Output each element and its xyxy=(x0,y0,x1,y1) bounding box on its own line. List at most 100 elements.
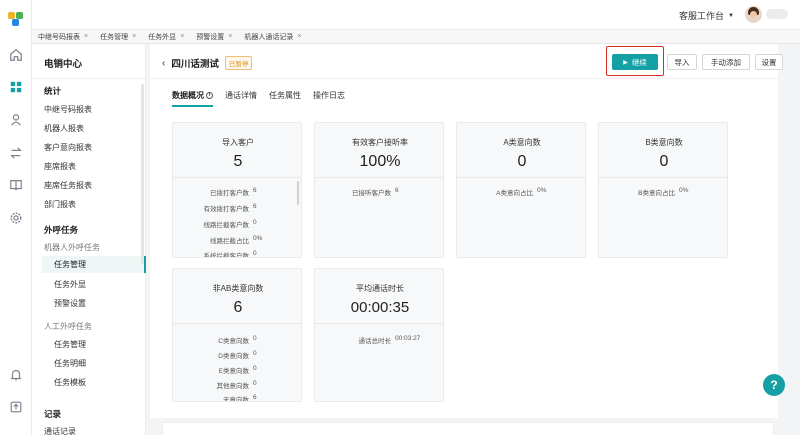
stat-key: A类意向占比 xyxy=(496,190,533,197)
sidebar-item-seat-report[interactable]: 座席报表 xyxy=(44,161,76,172)
back-chevron-icon[interactable]: ‹ xyxy=(162,58,165,69)
stat-row: 线路拦截占比 0% xyxy=(173,235,291,245)
close-icon[interactable]: × xyxy=(180,33,184,40)
card-scrollbar[interactable] xyxy=(297,181,299,205)
tab-alert-settings[interactable]: 预警设置 × xyxy=(190,32,238,42)
group-robot-outbound: 机器人外呼任务 xyxy=(44,243,100,252)
stat-key: C类意向数 xyxy=(218,338,249,345)
import-button[interactable]: 导入 xyxy=(667,54,697,70)
tab-data-overview[interactable]: 数据概况 i xyxy=(172,90,213,107)
sidebar-item-task-manage-active[interactable]: 任务管理 xyxy=(42,256,146,273)
tab-label: 机器人通话记录 xyxy=(244,33,294,41)
stat-value: 0 xyxy=(253,380,257,387)
stat-value: 0% xyxy=(679,187,689,194)
divider xyxy=(32,78,146,79)
manual-add-button[interactable]: 手动添加 xyxy=(702,54,750,70)
card-title: A类意向数 xyxy=(503,138,541,147)
group-manual-outbound: 人工外呼任务 xyxy=(44,322,92,331)
sidebar-item-dept-report[interactable]: 部门报表 xyxy=(44,199,76,210)
sidebar-item-intent-report[interactable]: 客户意向报表 xyxy=(44,142,92,153)
card-title: B类意向数 xyxy=(645,138,683,147)
tab-operation-log[interactable]: 操作日志 xyxy=(313,90,345,107)
stat-row: 系统拦截客户数 0 xyxy=(173,250,291,257)
tab-label: 数据概况 xyxy=(172,91,204,100)
continue-button[interactable]: ▶ 继续 xyxy=(612,54,658,70)
stat-row: 线路拦截客户数 0 xyxy=(173,219,291,229)
stat-row: E类意向数 0 xyxy=(173,365,291,375)
settings-gear-icon[interactable] xyxy=(9,211,23,225)
close-icon[interactable]: × xyxy=(228,33,232,40)
sidebar-item-robot-report[interactable]: 机器人报表 xyxy=(44,123,84,134)
workspace-label: 客服工作台 xyxy=(679,11,725,21)
play-icon: ▶ xyxy=(623,59,628,66)
divider xyxy=(599,177,727,178)
home-icon[interactable] xyxy=(9,48,23,62)
stat-key: 线路拦截占比 xyxy=(210,238,249,245)
main-panel: ‹ 四川话测试 已暂停 ▶ 继续 导入 手动添加 设置 数据概况 i 通话详情 任… xyxy=(150,44,783,435)
stat-key: B类意向占比 xyxy=(638,190,675,197)
card-value: 100% xyxy=(359,153,401,170)
stat-row: 通话总时长 00:03:27 xyxy=(315,335,433,345)
book-icon[interactable] xyxy=(9,178,23,192)
card-title: 有效客户接听率 xyxy=(352,138,408,147)
stat-value: 6 xyxy=(253,203,257,210)
avatar[interactable] xyxy=(745,6,762,23)
dashboard-icon[interactable] xyxy=(9,80,23,94)
close-icon[interactable]: × xyxy=(84,33,88,40)
users-icon[interactable] xyxy=(9,113,23,127)
stat-value: 0 xyxy=(253,250,257,257)
tab-label: 任务外显 xyxy=(148,33,177,41)
active-indicator xyxy=(144,256,146,273)
section-records: 记录 xyxy=(44,409,62,419)
sidebar-item-alert-settings[interactable]: 预警设置 xyxy=(54,298,86,309)
card-avg-call-duration: 平均通话时长 00:00:35 通话总时长 00:03:27 xyxy=(314,268,444,402)
sidebar-item-trunk-report[interactable]: 中继号码报表 xyxy=(44,104,92,115)
icon-rail xyxy=(0,0,32,435)
upload-icon[interactable] xyxy=(9,400,23,414)
stat-key: 其他意向数 xyxy=(216,383,250,390)
sidebar-item-manual-task-manage[interactable]: 任务管理 xyxy=(54,339,86,350)
divider xyxy=(315,177,443,178)
top-bar: 客服工作台 ▼ xyxy=(32,0,800,30)
divider xyxy=(457,177,585,178)
stat-value: 6 xyxy=(253,187,257,194)
section-outbound: 外呼任务 xyxy=(44,225,79,235)
divider xyxy=(173,177,301,178)
stat-row: 其他意向数 0 xyxy=(173,380,291,390)
card-value: 5 xyxy=(233,153,243,170)
help-label: ? xyxy=(770,378,778,392)
help-button[interactable]: ? xyxy=(763,374,785,396)
tab-task-display[interactable]: 任务外显 × xyxy=(142,32,190,42)
section-stats: 统计 xyxy=(44,86,62,96)
bottom-panel-edge xyxy=(150,418,778,435)
sidebar-item-task-detail[interactable]: 任务明细 xyxy=(54,358,86,369)
sidebar-item-task-display[interactable]: 任务外显 xyxy=(54,279,86,290)
card-answer-rate: 有效客户接听率 100% 已接听客户数 6 xyxy=(314,122,444,258)
tab-task-properties[interactable]: 任务属性 xyxy=(269,90,301,107)
workspace-switcher[interactable]: 客服工作台 ▼ xyxy=(679,9,734,22)
bell-icon[interactable] xyxy=(9,368,23,382)
stat-row: A类意向占比 0% xyxy=(457,187,575,197)
stat-value: 0 xyxy=(253,219,257,226)
sidebar-item-call-records[interactable]: 通话记录 xyxy=(44,426,76,435)
transfer-icon[interactable] xyxy=(9,146,23,160)
tab-call-details[interactable]: 通话详情 xyxy=(225,90,257,107)
sidebar-scrollbar[interactable] xyxy=(141,84,144,264)
divider xyxy=(173,323,301,324)
close-icon[interactable]: × xyxy=(297,33,301,40)
tab-task-manage[interactable]: 任务管理 × xyxy=(94,32,142,42)
info-icon[interactable]: i xyxy=(206,92,213,100)
stat-key: 已接听客户数 xyxy=(352,190,391,197)
user-name-blurred[interactable] xyxy=(766,9,788,19)
settings-button[interactable]: 设置 xyxy=(755,54,783,70)
continue-label: 继续 xyxy=(631,57,647,67)
tab-trunk-report[interactable]: 中继号码报表 × xyxy=(32,32,94,42)
tab-robot-call-records[interactable]: 机器人通话记录 × xyxy=(238,32,307,42)
tab-label: 预警设置 xyxy=(196,33,225,41)
close-icon[interactable]: × xyxy=(132,33,136,40)
sidebar-item-task-template[interactable]: 任务模板 xyxy=(54,377,86,388)
sidebar-item-seat-task-report[interactable]: 座席任务报表 xyxy=(44,180,92,191)
stat-value: 0% xyxy=(253,235,263,242)
card-value: 6 xyxy=(233,299,243,316)
card-a-intent: A类意向数 0 A类意向占比 0% xyxy=(456,122,586,258)
